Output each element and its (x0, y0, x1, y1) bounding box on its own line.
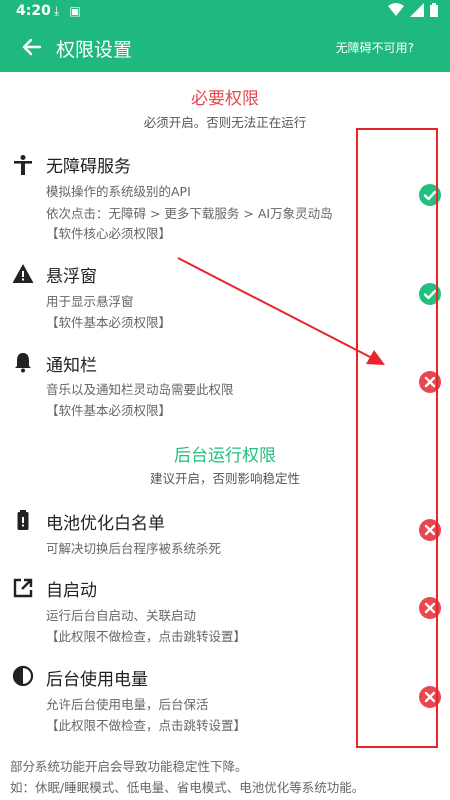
arrow-back-icon (22, 38, 42, 56)
permission-name: 无障碍服务 (46, 157, 131, 177)
permission-name: 后台使用电量 (46, 670, 148, 690)
app-notification-icon: ▣ (69, 4, 81, 18)
permission-note: 【软件基本必须权限】 (46, 315, 172, 330)
footer-note-2: 如：休眠/睡眠模式、低电量、省电模式、电池优化等系统功能。 (10, 780, 365, 795)
permission-desc: 音乐以及通知栏灵动岛需要此权限 (46, 382, 234, 397)
status-time: 4:20 (16, 3, 51, 19)
accessibility-icon (14, 155, 32, 175)
permission-desc: 依次点击：无障碍 > 更多下载服务 > AI万象灵动岛 (46, 206, 333, 221)
battery-status-icon (430, 3, 438, 17)
wifi-icon (388, 3, 404, 16)
page-title: 权限设置 (56, 39, 133, 61)
required-section-title: 必要权限 (191, 89, 259, 109)
app-bar: 权限设置 无障碍不可用? (0, 24, 450, 72)
annotation-highlight-box (356, 128, 438, 748)
contrast-icon (12, 665, 34, 687)
status-bar: 4:20 ⤓ ▣ (0, 0, 450, 24)
download-icon: ⤓ (54, 4, 60, 18)
permission-name: 自启动 (46, 581, 97, 601)
permission-note: 【软件核心必须权限】 (46, 226, 172, 241)
accessibility-unavailable-link[interactable]: 无障碍不可用? (336, 39, 414, 56)
permission-name: 电池优化白名单 (46, 514, 165, 534)
bell-icon (15, 353, 31, 373)
signal-icon (410, 3, 424, 17)
permission-desc: 允许后台使用电量，后台保活 (46, 697, 209, 712)
permission-note: 【软件基本必须权限】 (46, 403, 172, 418)
permission-desc: 运行后台自启动、关联启动 (46, 608, 197, 623)
permission-desc: 模拟操作的系统级别的API (46, 184, 191, 199)
permission-name: 悬浮窗 (46, 267, 97, 287)
footer-note-1: 部分系统功能开启会导致功能稳定性下降。 (10, 759, 248, 774)
warning-triangle-icon (12, 264, 34, 283)
permission-desc: 用于显示悬浮窗 (46, 294, 134, 309)
permission-note: 【此权限不做检查，点击跳转设置】 (46, 718, 247, 733)
permission-note: 【此权限不做检查，点击跳转设置】 (46, 629, 247, 644)
permission-name: 通知栏 (46, 356, 97, 376)
back-button[interactable] (18, 33, 46, 61)
open-external-icon (13, 578, 33, 598)
permission-desc: 可解决切换后台程序被系统杀死 (46, 541, 222, 556)
battery-icon (17, 510, 29, 530)
